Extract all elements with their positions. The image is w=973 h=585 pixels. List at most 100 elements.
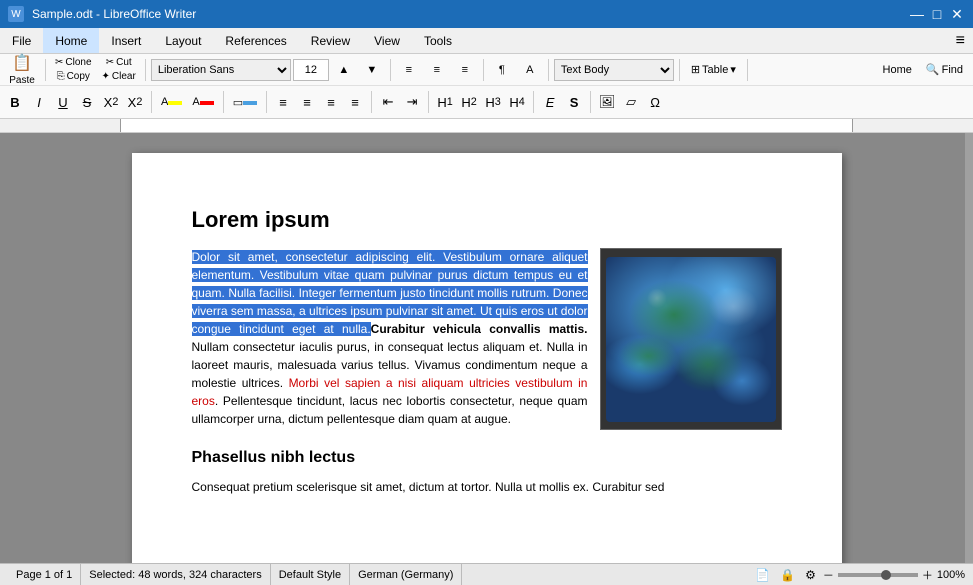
home-button[interactable]: Home [877,57,918,83]
earth-image [606,257,776,422]
separator [747,59,748,81]
table-icon: ⊞ [691,63,700,76]
clone-button[interactable]: ✂ Clone [51,56,96,69]
paragraph-style-select[interactable]: Text Body [554,59,674,81]
insert-frame-button[interactable]: ▱ [620,91,642,113]
content-block: Dolor sit amet, consectetur adipiscing e… [192,248,782,430]
paste-button[interactable]: 📋 Paste [4,57,40,83]
zoom-level: 100% [937,569,965,581]
page-info: Page 1 of 1 [8,564,81,585]
separator [145,59,146,81]
char-format-button[interactable]: A [517,57,543,83]
zoom-thumb [881,570,891,580]
cut-button[interactable]: ✂ Cut [98,56,140,69]
strong-button[interactable]: S [563,91,585,113]
zoom-slider[interactable] [838,573,918,577]
font-size-input[interactable] [293,59,329,81]
increase-font-button[interactable]: ▲ [331,57,357,83]
separator [533,91,534,113]
document-area[interactable]: Lorem ipsum Dolor sit amet, consectetur … [0,133,973,563]
paragraph-button[interactable]: ¶ [489,57,515,83]
menu-insert[interactable]: Insert [99,28,153,53]
find-icon: 🔍 [926,63,940,76]
find-button[interactable]: 🔍 Find [920,57,969,83]
close-button[interactable]: ✕ [949,6,965,22]
table-button[interactable]: ⊞ Table▾ [685,57,742,83]
heading4-button[interactable]: H4 [506,91,528,113]
sidebar-toggle-button[interactable]: ≡ [948,28,973,54]
menu-home[interactable]: Home [43,28,99,53]
app-icon: W [8,6,24,22]
highlight-color-button[interactable]: A [157,91,186,113]
eraser-icon: ✦ [102,71,110,82]
para2-text: Consequat pretium scelerisque sit amet, … [192,480,665,494]
heading2-button[interactable]: H2 [458,91,480,113]
background-color-button[interactable]: ▭ [229,91,261,113]
toolbar-area: 📋 Paste ✂ Clone ⎘ Copy ✂ Cut ✦ Clear [0,54,973,119]
menu-tools[interactable]: Tools [412,28,464,53]
heading1-button[interactable]: H1 [434,91,456,113]
paragraph1: Dolor sit amet, consectetur adipiscing e… [192,248,588,428]
toolbar-row1: 📋 Paste ✂ Clone ⎘ Copy ✂ Cut ✦ Clear [0,54,973,86]
subscript-button[interactable]: X2 [100,91,122,113]
separator [590,91,591,113]
menu-file[interactable]: File [0,28,43,53]
language-info: German (Germany) [350,564,462,585]
bullet-list-button[interactable]: ≡ [396,57,422,83]
status-icon-gear[interactable]: ⚙ [802,568,819,582]
font-color-button[interactable]: A [188,91,217,113]
window-title: Sample.odt - LibreOffice Writer [32,7,196,21]
superscript-button[interactable]: X2 [124,91,146,113]
titlebar-left: W Sample.odt - LibreOffice Writer [8,6,196,22]
font-name-select[interactable]: Liberation Sans [151,59,291,81]
emphasis-button[interactable]: E [539,91,561,113]
italic-button[interactable]: I [28,91,50,113]
minimize-button[interactable]: — [909,6,925,22]
strikethrough-button[interactable]: S [76,91,98,113]
menu-references[interactable]: References [213,28,298,53]
status-icon-lock[interactable]: 🔒 [777,568,798,582]
outline-list-button[interactable]: ≡ [452,57,478,83]
separator [223,91,224,113]
special-char-button[interactable]: Ω [644,91,666,113]
statusbar: Page 1 of 1 Selected: 48 words, 324 char… [0,563,973,585]
ruler-inner [120,119,853,132]
toolbar-row2: B I U S X2 X2 A A ▭ ≡ ≡ ≡ ≡ ⇤ ⇥ H1 H2 H3… [0,86,973,118]
bold-text: Curabitur vehicula convallis mattis. [371,322,588,336]
bold-button[interactable]: B [4,91,26,113]
menu-layout[interactable]: Layout [153,28,213,53]
menu-review[interactable]: Review [299,28,362,53]
align-justify-button[interactable]: ≡ [344,91,366,113]
style-info: Default Style [271,564,350,585]
separator [483,59,484,81]
maximize-button[interactable]: □ [929,6,945,22]
menu-view[interactable]: View [362,28,412,53]
menubar: File Home Insert Layout References Revie… [0,28,973,54]
numbered-list-button[interactable]: ≡ [424,57,450,83]
document-heading1: Lorem ipsum [192,203,782,236]
separator [548,59,549,81]
ruler [0,119,973,133]
vertical-scrollbar[interactable] [965,133,973,563]
indent-increase-button[interactable]: ⇥ [401,91,423,113]
decrease-font-button[interactable]: ▼ [359,57,385,83]
align-right-button[interactable]: ≡ [320,91,342,113]
window-controls[interactable]: — □ ✕ [909,6,965,22]
earth-image-container [600,248,782,430]
align-center-button[interactable]: ≡ [296,91,318,113]
paragraph2: Consequat pretium scelerisque sit amet, … [192,478,782,496]
separator [266,91,267,113]
separator [428,91,429,113]
zoom-in-button[interactable]: ＋ [922,567,933,583]
clear-button[interactable]: ✦ Clear [98,70,140,83]
zoom-out-button[interactable]: － [823,567,834,583]
underline-button[interactable]: U [52,91,74,113]
scissors-icon: ✂ [106,57,114,68]
status-icon-doc[interactable]: 📄 [752,568,773,582]
insert-image-button[interactable]: 🖼 [596,91,618,113]
copy-button[interactable]: ⎘ Copy [51,70,96,83]
indent-decrease-button[interactable]: ⇤ [377,91,399,113]
align-left-button[interactable]: ≡ [272,91,294,113]
heading3-button[interactable]: H3 [482,91,504,113]
status-right: 📄 🔒 ⚙ － ＋ 100% [752,567,965,583]
